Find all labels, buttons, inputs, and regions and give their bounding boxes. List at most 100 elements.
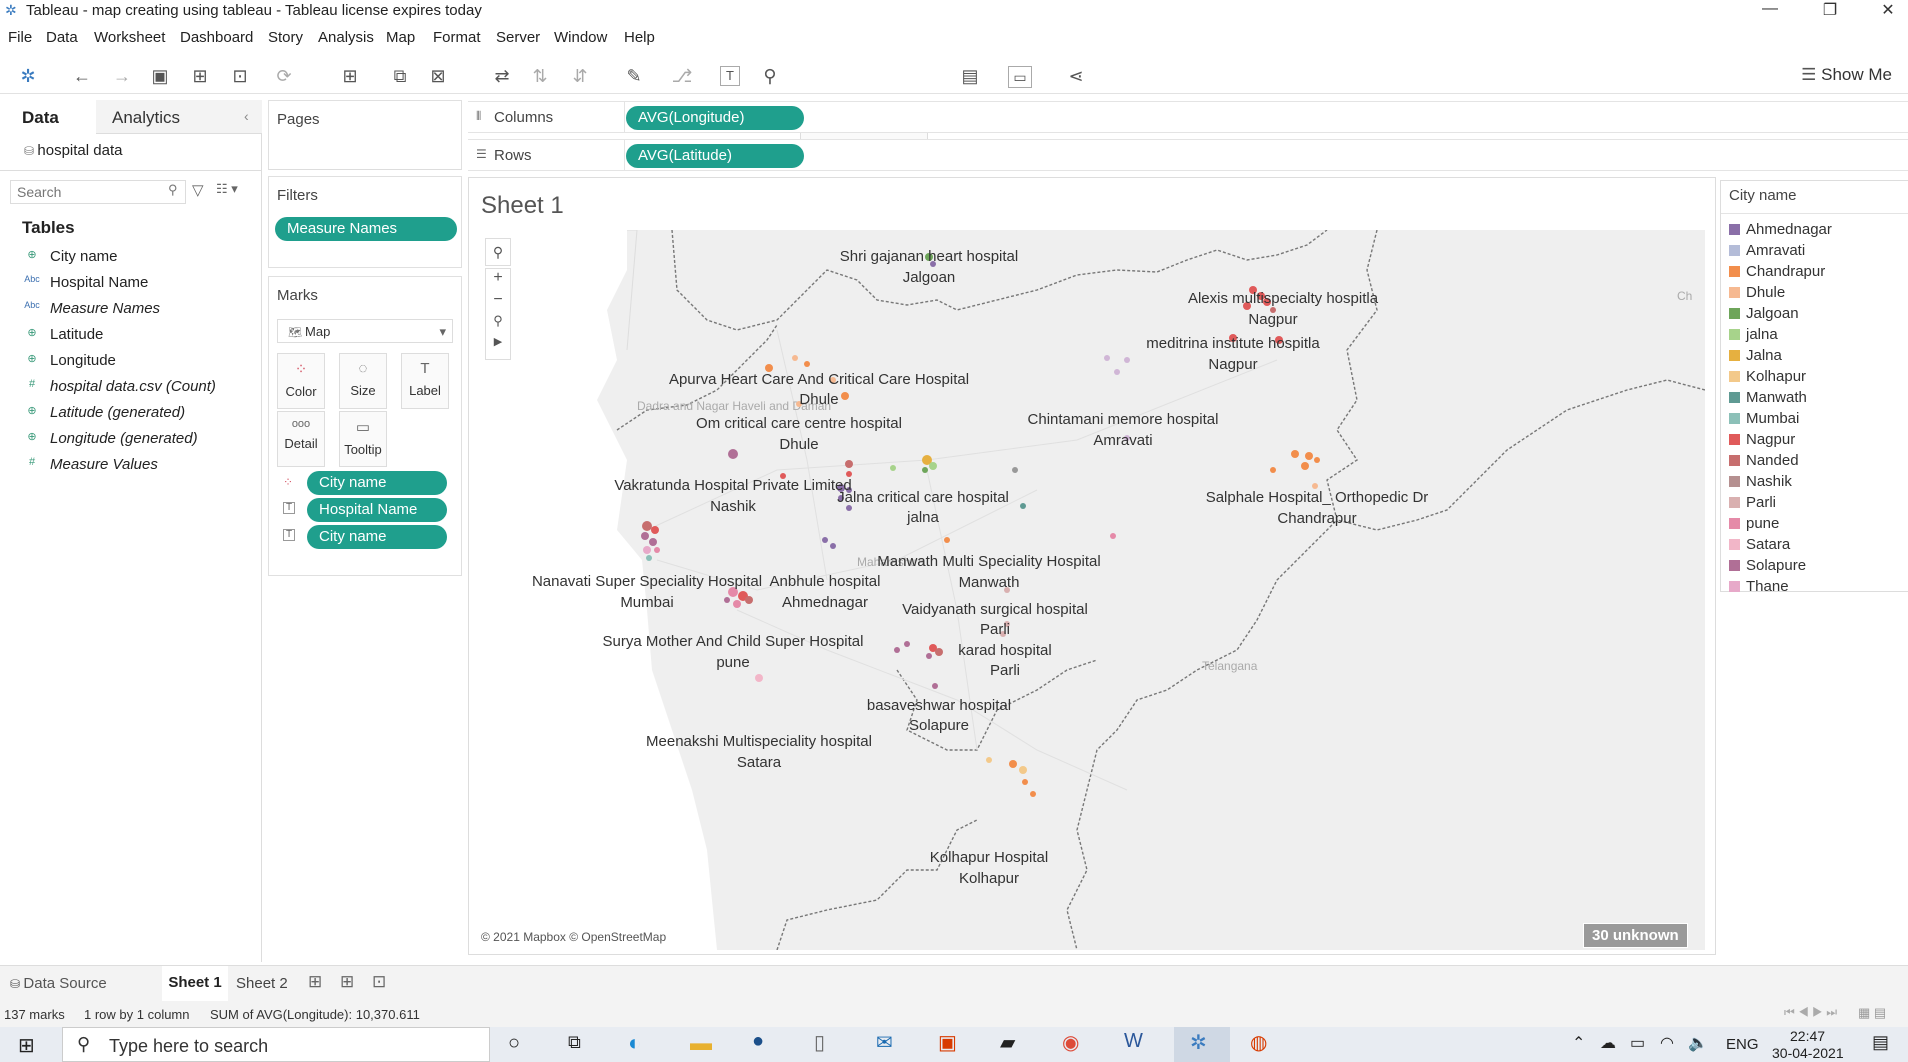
rows-shelf[interactable]: ☰ Rows AVG(Latitude): [468, 139, 1908, 171]
edge-icon[interactable]: ◐: [628, 1030, 641, 1056]
new-worksheet-icon[interactable]: ⊞: [308, 972, 322, 992]
map-svg[interactable]: Dadra and Nagar Haveli and Daman Maharas…: [477, 230, 1705, 950]
data-source-tab[interactable]: ⛁ Data Source: [10, 975, 107, 992]
wifi-icon[interactable]: ◠: [1660, 1033, 1674, 1053]
menu-data[interactable]: Data: [46, 29, 78, 46]
zoom-in-icon[interactable]: +: [486, 269, 510, 291]
close-icon[interactable]: ✕: [1868, 0, 1908, 20]
document-icon[interactable]: ▯: [814, 1030, 825, 1055]
detail-button[interactable]: ooo Detail: [277, 411, 325, 467]
map-view[interactable]: Dadra and Nagar Haveli and Daman Maharas…: [477, 230, 1705, 950]
label-button[interactable]: T Label: [401, 353, 449, 409]
menu-story[interactable]: Story: [268, 29, 303, 46]
dell-icon[interactable]: ●: [752, 1030, 764, 1053]
clock-date[interactable]: 30-04-2021: [1772, 1045, 1844, 1061]
legend-item[interactable]: Thane: [1729, 578, 1789, 595]
legend-item[interactable]: Jalna: [1729, 347, 1782, 364]
highlight-icon[interactable]: ✎: [622, 66, 646, 87]
tab-sheet-1[interactable]: Sheet 1: [162, 966, 228, 1002]
legend-item[interactable]: Parli: [1729, 494, 1776, 511]
redo-icon[interactable]: →: [110, 66, 134, 87]
legend-item[interactable]: Solapure: [1729, 557, 1806, 574]
refresh-icon[interactable]: ⟳: [272, 66, 296, 87]
tray-chevron-icon[interactable]: ⌃: [1572, 1033, 1585, 1053]
restore-icon[interactable]: ❐: [1810, 0, 1850, 20]
play-icon[interactable]: ▶: [486, 335, 510, 357]
fix-axes-icon[interactable]: ⚲: [758, 66, 782, 87]
menu-format[interactable]: Format: [433, 29, 481, 46]
show-labels-icon[interactable]: T: [720, 66, 740, 86]
new-datasource-icon[interactable]: ⊞: [188, 66, 212, 87]
rows-pill[interactable]: AVG(Latitude): [626, 144, 804, 168]
clear-sheet-icon[interactable]: ⊠: [426, 66, 450, 87]
collapse-pane-icon[interactable]: ‹: [244, 108, 249, 124]
new-worksheet-icon[interactable]: ⊞: [338, 66, 362, 87]
color-button[interactable]: ⁘ Color: [277, 353, 325, 409]
show-cards-icon[interactable]: ▤: [958, 66, 982, 87]
field-search-input[interactable]: [10, 180, 186, 204]
legend-item[interactable]: jalna: [1729, 326, 1778, 343]
menu-window[interactable]: Window: [554, 29, 607, 46]
app-icon[interactable]: ◍: [1250, 1030, 1267, 1055]
grid-view-icon[interactable]: ▦ ▤: [1858, 1005, 1886, 1021]
legend-item[interactable]: Ahmednagar: [1729, 221, 1832, 238]
mail-icon[interactable]: ✉: [876, 1030, 893, 1055]
tab-data[interactable]: Data: [0, 100, 95, 134]
marks-pill-hospital-name[interactable]: Hospital Name: [307, 498, 447, 522]
filter-pill[interactable]: Measure Names: [275, 217, 457, 241]
language-indicator[interactable]: ENG: [1726, 1036, 1759, 1053]
share-icon[interactable]: ⋖: [1064, 66, 1088, 87]
legend-item[interactable]: Nashik: [1729, 473, 1792, 490]
menu-file[interactable]: File: [8, 29, 32, 46]
datasource-item[interactable]: ⛁ hospital data: [24, 142, 122, 159]
size-button[interactable]: ◌ Size: [339, 353, 387, 409]
pages-card[interactable]: Pages: [268, 100, 462, 170]
undo-icon[interactable]: ←: [70, 66, 94, 87]
marks-pill-city-name-label[interactable]: City name: [307, 525, 447, 549]
presentation-mode-icon[interactable]: ▭: [1008, 66, 1032, 88]
volume-icon[interactable]: 🔈: [1688, 1033, 1708, 1053]
mark-type-dropdown[interactable]: 🗺 Map ▾: [277, 319, 453, 343]
task-view-icon[interactable]: ⧉: [568, 1032, 581, 1053]
sticky-notes-icon[interactable]: ▰: [1000, 1030, 1015, 1055]
group-icon[interactable]: ⎇: [670, 66, 694, 87]
onedrive-icon[interactable]: ☁: [1600, 1033, 1616, 1053]
swap-icon[interactable]: ⇄: [490, 66, 514, 87]
chrome-icon[interactable]: ◉: [1062, 1030, 1079, 1055]
legend-item[interactable]: Satara: [1729, 536, 1790, 553]
battery-icon[interactable]: ▭: [1630, 1033, 1645, 1053]
legend-item[interactable]: Nanded: [1729, 452, 1799, 469]
legend-item[interactable]: Dhule: [1729, 284, 1785, 301]
tableau-taskbar-item[interactable]: ✲: [1174, 1027, 1230, 1062]
taskbar-search[interactable]: ⚲ Type here to search: [62, 1027, 490, 1062]
pin-icon[interactable]: ⚲: [486, 313, 510, 335]
tab-navigation-icon[interactable]: ⏮ ◀ ▶ ⏭: [1784, 1005, 1837, 1020]
columns-shelf[interactable]: ⦀ Columns AVG(Longitude): [468, 101, 1908, 133]
legend-item[interactable]: Jalgoan: [1729, 305, 1799, 322]
menu-help[interactable]: Help: [624, 29, 655, 46]
pause-updates-icon[interactable]: ⊡: [228, 66, 252, 87]
columns-pill[interactable]: AVG(Longitude): [626, 106, 804, 130]
tooltip-button[interactable]: ▭ Tooltip: [339, 411, 387, 467]
map-search-icon[interactable]: ⚲: [485, 238, 511, 266]
unknown-indicator[interactable]: 30 unknown: [1583, 923, 1688, 948]
sort-asc-icon[interactable]: ⇅: [528, 66, 552, 87]
legend-item[interactable]: Kolhapur: [1729, 368, 1806, 385]
legend-item[interactable]: Mumbai: [1729, 410, 1799, 427]
file-explorer-icon[interactable]: ▬: [690, 1030, 712, 1056]
clock-time[interactable]: 22:47: [1790, 1028, 1825, 1044]
duplicate-icon[interactable]: ⧉: [388, 66, 412, 87]
view-options-icon[interactable]: ☷ ▾: [216, 181, 238, 197]
legend-item[interactable]: Manwath: [1729, 389, 1807, 406]
zoom-out-icon[interactable]: −: [486, 291, 510, 313]
show-me-button[interactable]: ☰ Show Me: [1801, 65, 1892, 85]
menu-analysis[interactable]: Analysis: [318, 29, 374, 46]
tab-analytics[interactable]: Analytics ‹: [96, 100, 262, 134]
legend-item[interactable]: Chandrapur: [1729, 263, 1825, 280]
filter-icon[interactable]: ▽: [192, 181, 204, 199]
menu-worksheet[interactable]: Worksheet: [94, 29, 165, 46]
word-icon[interactable]: W: [1124, 1030, 1143, 1053]
legend-item[interactable]: Nagpur: [1729, 431, 1795, 448]
cortana-icon[interactable]: ○: [508, 1032, 520, 1055]
minimize-icon[interactable]: —: [1750, 0, 1790, 18]
